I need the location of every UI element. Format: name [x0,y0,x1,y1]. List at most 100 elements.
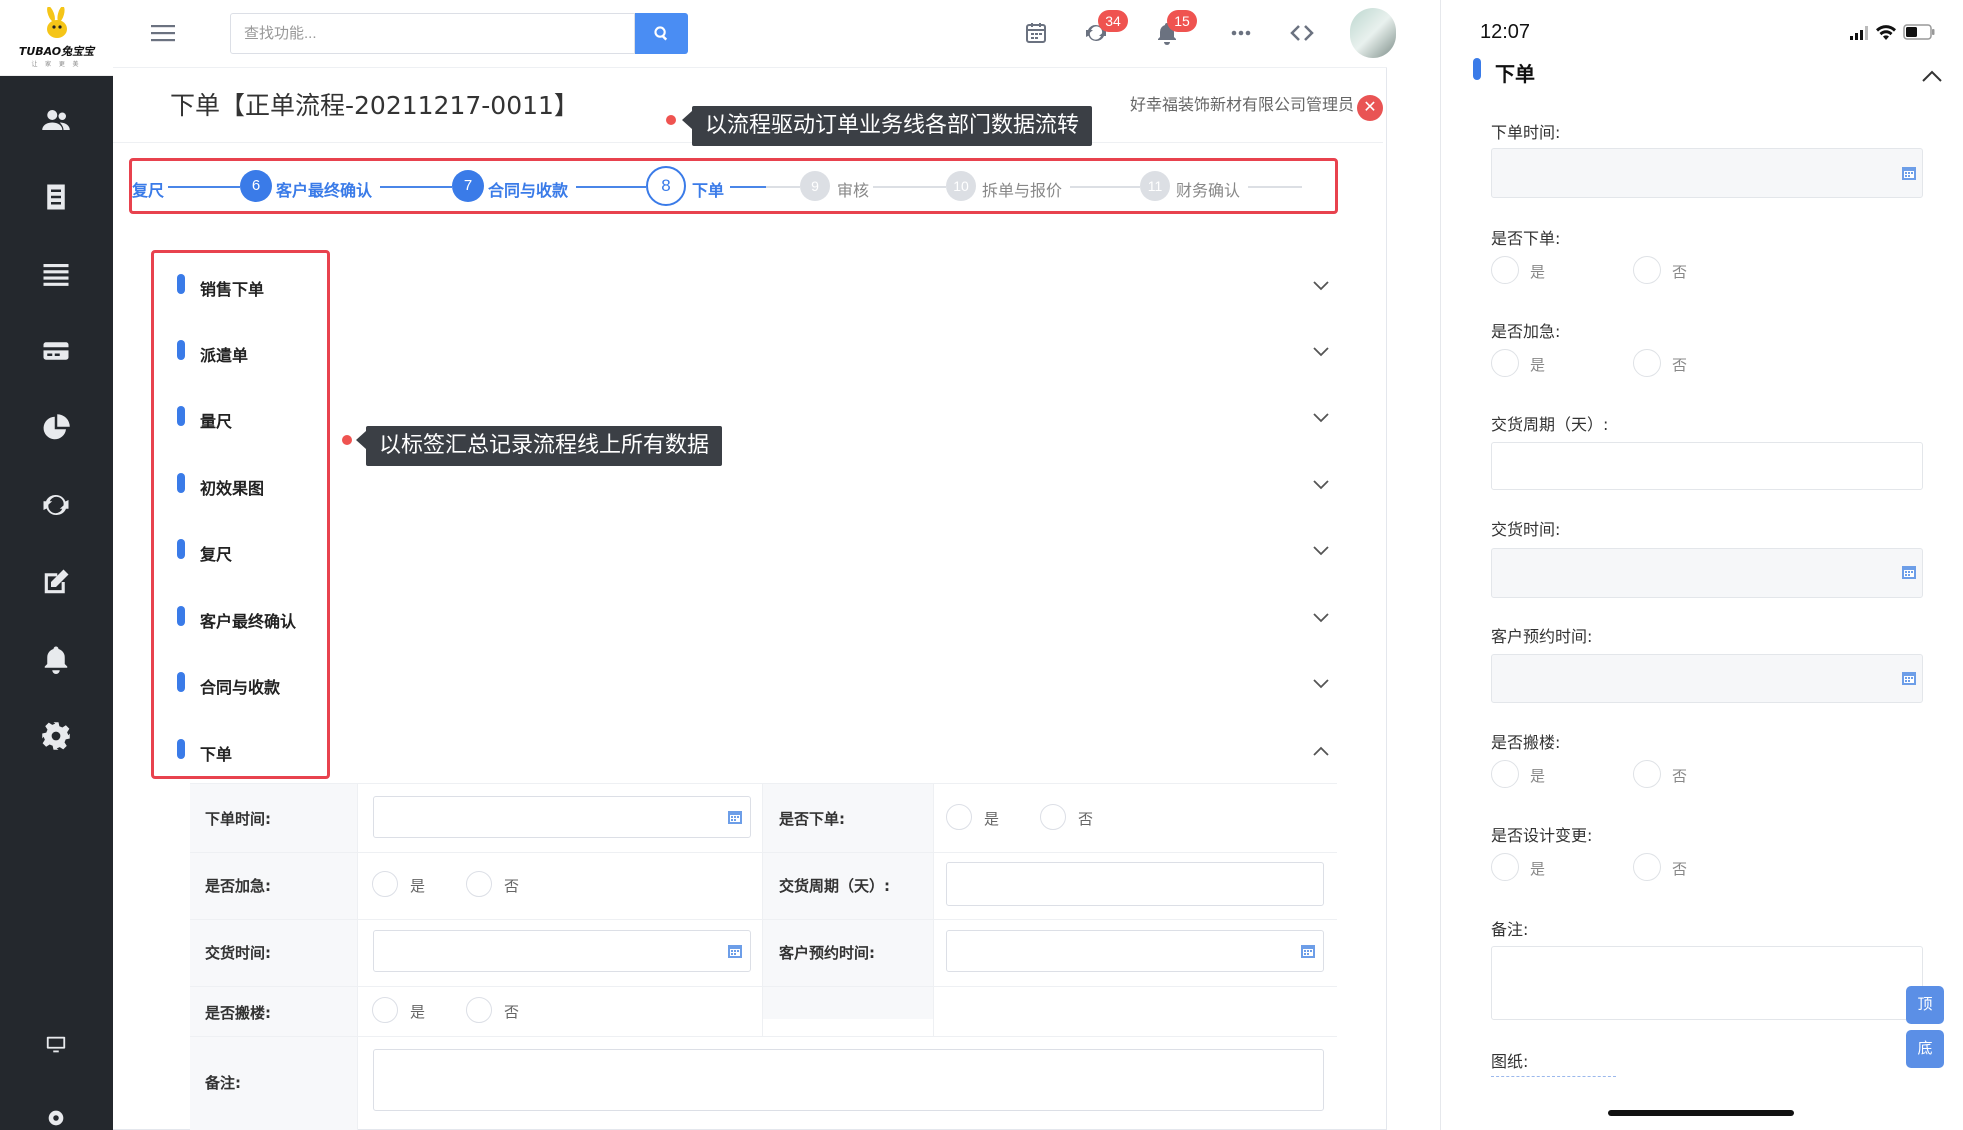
calendar-icon[interactable] [1021,18,1051,48]
m-is-urgent-no-radio[interactable] [1633,349,1661,377]
section-measure[interactable]: 量尺 [200,408,232,432]
step-circle-current[interactable]: 8 [646,166,686,206]
m-is-moving-no-radio[interactable] [1633,760,1661,788]
list-icon[interactable] [36,254,76,294]
step-label[interactable]: 拆单与报价 [982,177,1062,201]
avatar[interactable] [1350,8,1396,58]
step-connector [730,186,766,188]
calendar-icon[interactable] [1901,165,1917,181]
step-label[interactable]: 客户最终确认 [276,177,372,201]
is-urgent-yes-radio[interactable] [372,871,398,897]
order-time-input[interactable] [373,796,751,838]
m-order-time-input[interactable] [1491,148,1923,198]
section-customer-confirm[interactable]: 客户最终确认 [200,608,296,632]
pie-chart-icon[interactable] [36,408,76,448]
chevron-down-icon[interactable] [1313,281,1329,291]
step-label[interactable]: 复尺 [132,177,164,201]
appointment-time-input[interactable] [946,930,1324,972]
m-remark-textarea[interactable] [1491,946,1923,1020]
search-button[interactable] [635,13,688,54]
step-circle[interactable]: 11 [1140,171,1170,201]
is-order-yes-radio[interactable] [946,804,972,830]
step-label-current[interactable]: 下单 [692,177,724,201]
step-circle[interactable]: 6 [240,170,272,202]
mobile-section-title[interactable]: 下单 [1495,58,1535,87]
step-circle[interactable]: 9 [800,171,830,201]
m-is-urgent-yes-radio[interactable] [1491,349,1519,377]
settings-small-icon[interactable] [36,1098,76,1130]
m-design-change-no-radio[interactable] [1633,853,1661,881]
is-urgent-label: 是否加急: [205,877,271,895]
is-urgent-no-radio[interactable] [466,871,492,897]
refresh-icon[interactable] [36,485,76,525]
section-place-order[interactable]: 下单 [200,741,232,765]
chevron-down-icon[interactable] [1313,480,1329,490]
calendar-icon[interactable] [727,809,743,825]
m-delivery-cycle-input[interactable] [1491,442,1923,490]
card-icon[interactable] [36,331,76,371]
m-delivery-time-label: 交货时间: [1491,520,1561,539]
calendar-icon[interactable] [1300,943,1316,959]
remark-textarea[interactable] [373,1049,1324,1111]
radio-label: 否 [504,1004,520,1021]
radio-label: 是 [1530,357,1546,374]
close-button[interactable]: ✕ [1357,95,1383,121]
col-divider [762,784,763,1036]
chevron-up-icon[interactable] [1313,746,1329,756]
is-moving-no-radio[interactable] [466,997,492,1023]
users-icon[interactable] [36,100,76,140]
delivery-time-label: 交货时间: [205,944,271,962]
m-design-change-yes-radio[interactable] [1491,853,1519,881]
sections-highlight-box [151,250,330,779]
calendar-icon[interactable] [727,943,743,959]
section-initial-render[interactable]: 初效果图 [200,475,264,499]
chevron-down-icon[interactable] [1313,347,1329,357]
step-label[interactable]: 审核 [837,177,869,201]
bell-icon[interactable] [36,639,76,679]
scroll-top-button[interactable]: 顶 [1906,986,1944,1024]
chevron-down-icon[interactable] [1313,679,1329,689]
m-design-change-label: 是否设计变更: [1491,826,1593,845]
step-label[interactable]: 财务确认 [1176,177,1240,201]
m-is-order-no-radio[interactable] [1633,256,1661,284]
row-divider [190,852,1337,853]
m-is-moving-yes-radio[interactable] [1491,760,1519,788]
step-circle[interactable]: 10 [946,171,976,201]
chevron-up-icon[interactable] [1922,70,1942,82]
calendar-icon[interactable] [1901,670,1917,686]
logo-text: TUBAO兔宝宝 [18,45,95,58]
chevron-down-icon[interactable] [1313,413,1329,423]
delivery-time-input[interactable] [373,930,751,972]
is-order-no-radio[interactable] [1040,804,1066,830]
monitor-icon[interactable] [36,1025,76,1065]
edit-icon[interactable] [36,562,76,602]
is-moving-label: 是否搬楼: [205,1004,271,1022]
step-label[interactable]: 合同与收款 [488,177,568,201]
is-moving-yes-radio[interactable] [372,997,398,1023]
upload-area[interactable] [1491,1076,1616,1077]
search-input[interactable]: 查找功能... [230,13,635,54]
step-connector [576,186,646,188]
section-sales-order[interactable]: 销售下单 [200,276,264,300]
m-delivery-time-input[interactable] [1491,548,1923,598]
tooltip-arrow [682,111,692,129]
calendar-icon[interactable] [1901,564,1917,580]
m-appointment-time-input[interactable] [1491,654,1923,703]
gear-icon[interactable] [36,716,76,756]
section-remeasure[interactable]: 复尺 [200,541,232,565]
chevron-down-icon[interactable] [1313,546,1329,556]
step-circle[interactable]: 7 [452,170,484,202]
code-toggle-icon[interactable] [1287,18,1317,48]
radio-label: 是 [410,1004,426,1021]
menu-toggle-icon[interactable] [150,22,176,44]
section-dispatch[interactable]: 派遣单 [200,342,248,366]
scroll-bottom-button[interactable]: 底 [1906,1030,1944,1068]
section-contract[interactable]: 合同与收款 [200,674,280,698]
delivery-cycle-input[interactable] [946,862,1324,906]
chevron-down-icon[interactable] [1313,613,1329,623]
m-is-order-yes-radio[interactable] [1491,256,1519,284]
more-icon[interactable] [1226,18,1256,48]
status-time: 12:07 [1480,21,1531,43]
document-icon[interactable] [36,177,76,217]
radio-label: 是 [984,811,1000,828]
